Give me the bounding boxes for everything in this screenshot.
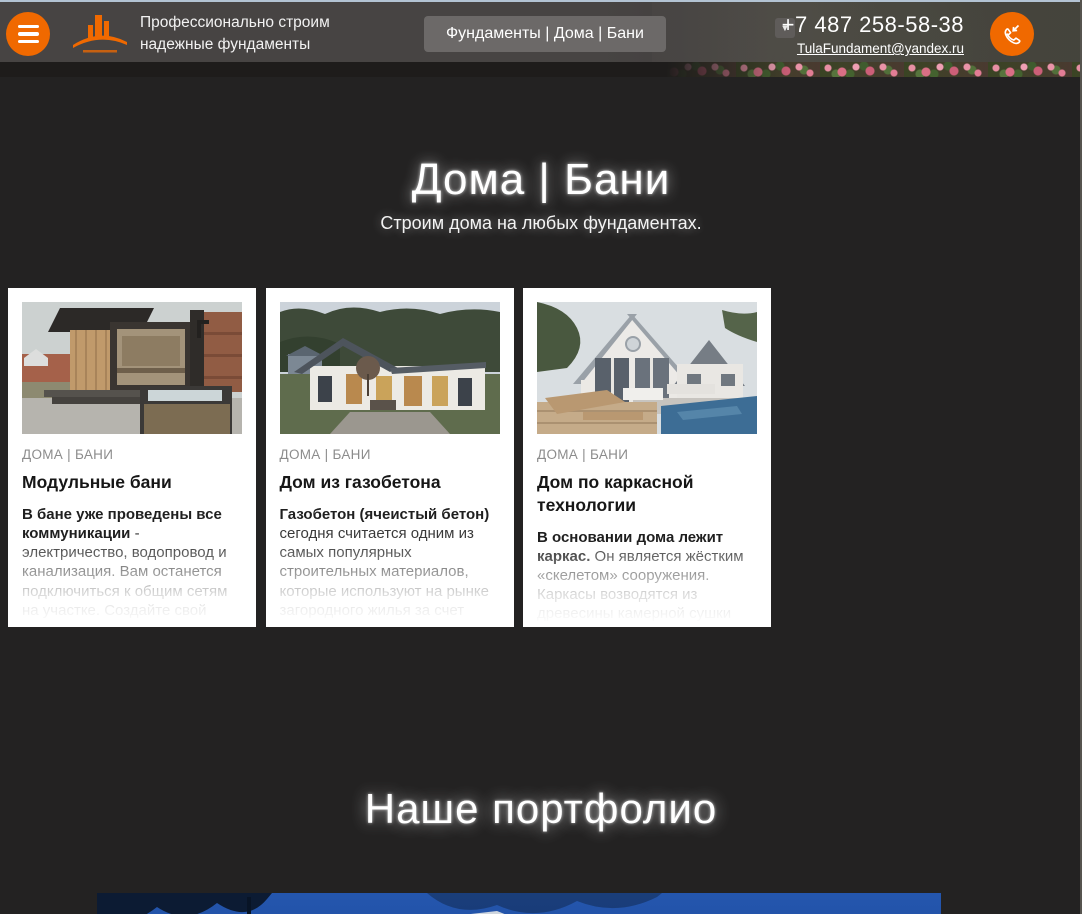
- card-frame-house[interactable]: ДОМА | БАНИ Дом по каркасной технологии …: [523, 288, 771, 627]
- card-text: В основании дома лежит каркас. Он являет…: [537, 528, 757, 628]
- card-category: ДОМА | БАНИ: [537, 447, 757, 462]
- portfolio-evening-photo[interactable]: [97, 893, 941, 914]
- page: Профессионально строим надежные фундамен…: [0, 0, 1082, 914]
- card-aerated-concrete-house[interactable]: ДОМА | БАНИ Дом из газобетона Газобетон …: [266, 288, 514, 627]
- header-tagline: Профессионально строим надежные фундамен…: [140, 12, 330, 57]
- frame-house-pool-photo: [537, 302, 757, 434]
- phone-incoming-icon: [999, 21, 1025, 47]
- card-title: Дом по каркасной технологии: [537, 471, 757, 517]
- hamburger-icon: [18, 25, 39, 29]
- tagline-line-2: надежные фундаменты: [140, 34, 330, 56]
- portfolio-title: Наше портфолио: [0, 785, 1082, 833]
- card-category: ДОМА | БАНИ: [280, 447, 500, 462]
- card-text: Газобетон (ячеистый бетон) сегодня счита…: [280, 505, 500, 627]
- modular-sauna-photo: [22, 302, 242, 434]
- page-subtitle: Строим дома на любых фундаментах.: [0, 213, 1082, 234]
- flowers-photo-strip: [652, 62, 1082, 77]
- contact-block: +7 487 258-58-38 TulaFundament@yandex.ru: [782, 12, 964, 58]
- email-link[interactable]: TulaFundament@yandex.ru: [797, 41, 964, 56]
- card-modular-sauna[interactable]: ДОМА | БАНИ Модульные бани В бане уже пр…: [8, 288, 256, 627]
- card-category: ДОМА | БАНИ: [22, 447, 242, 462]
- aerated-concrete-house-photo: [280, 302, 500, 434]
- tagline-line-1: Профессионально строим: [140, 12, 330, 34]
- card-title: Дом из газобетона: [280, 471, 500, 494]
- buildings-icon: [70, 12, 130, 56]
- header: Профессионально строим надежные фундамен…: [0, 0, 1082, 77]
- nav-sections-button[interactable]: Фундаменты | Дома | Бани: [424, 16, 666, 52]
- card-text: В бане уже проведены все коммуникации - …: [22, 505, 242, 627]
- phone-number[interactable]: +7 487 258-58-38: [782, 12, 964, 38]
- cards-row: ДОМА | БАНИ Модульные бани В бане уже пр…: [8, 288, 771, 627]
- page-title: Дома | Бани: [0, 155, 1082, 205]
- callback-button[interactable]: [990, 12, 1034, 56]
- card-title: Модульные бани: [22, 471, 242, 494]
- top-accent-line: [0, 0, 1082, 2]
- company-logo[interactable]: [70, 12, 130, 56]
- menu-button[interactable]: [6, 12, 50, 56]
- header-bar: Профессионально строим надежные фундамен…: [0, 0, 1082, 62]
